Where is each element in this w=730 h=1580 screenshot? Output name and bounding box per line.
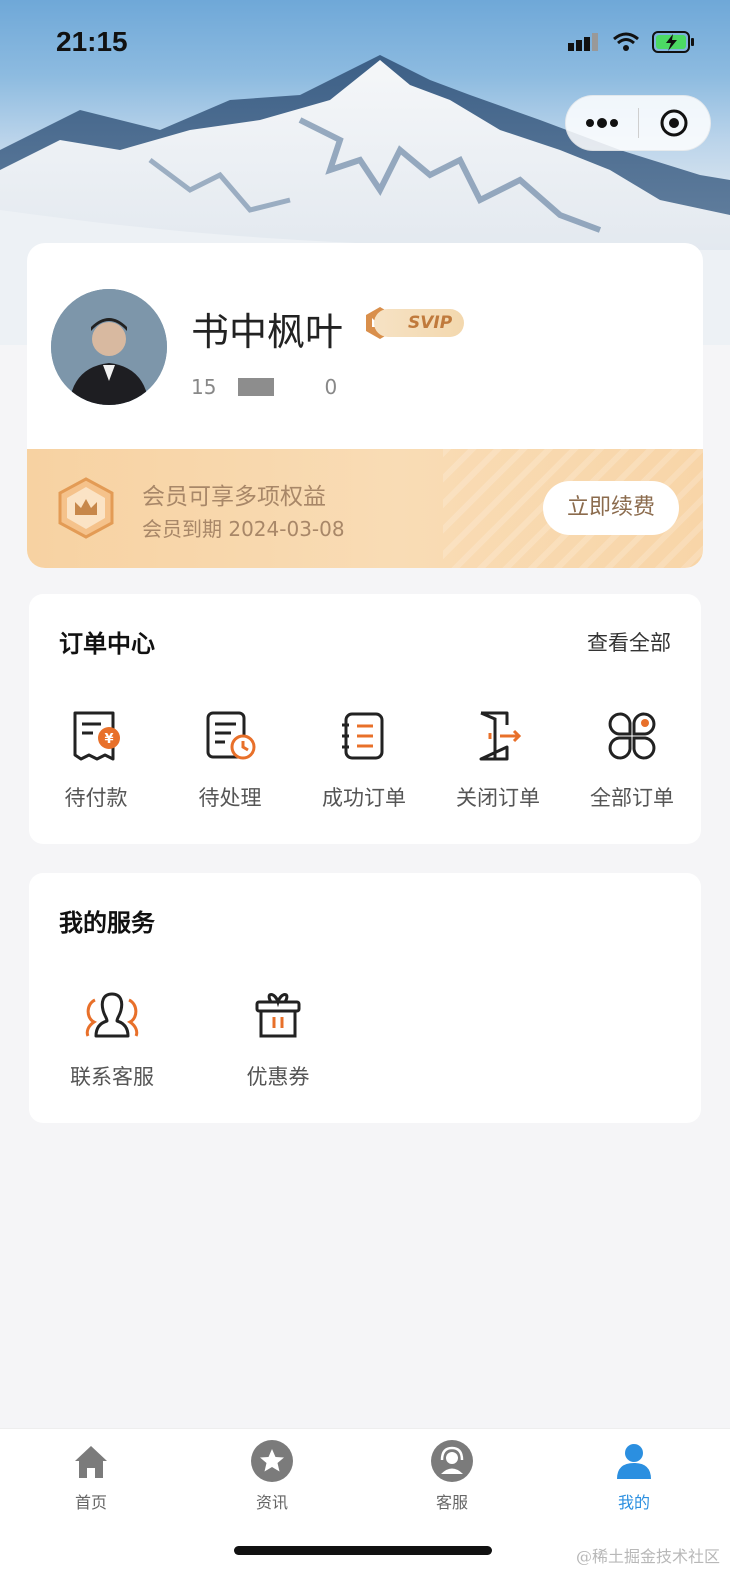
tab-label: 客服 <box>435 1493 468 1512</box>
order-item-label: 全部订单 <box>590 786 674 810</box>
tab-news[interactable]: 资讯 <box>212 1439 332 1513</box>
phone-suffix: 0 <box>324 375 338 399</box>
profile-card: 书中枫叶 SVIP 15 0 会员可享多项权益 会员到期 2024-03-08 … <box>27 243 703 568</box>
nickname: 书中枫叶 <box>191 310 344 354</box>
user-icon <box>617 1444 651 1479</box>
service-item-label: 联系客服 <box>70 1065 154 1089</box>
home-indicator[interactable] <box>234 1546 492 1555</box>
svip-label: SVIP <box>374 309 465 337</box>
order-item-label: 待处理 <box>198 786 262 810</box>
service-item-coupon[interactable]: 优惠券 <box>211 985 345 1091</box>
pending-process-icon <box>206 711 256 760</box>
svg-text:¥: ¥ <box>104 732 113 747</box>
battery-charging-icon <box>652 31 694 53</box>
order-item-all[interactable]: 全部订单 <box>565 706 699 812</box>
status-time: 21:15 <box>56 26 128 57</box>
order-item-pending-process[interactable]: 待处理 <box>163 706 297 812</box>
vip-benefits-text: 会员可享多项权益 <box>142 484 326 510</box>
phone-mask <box>238 378 275 396</box>
order-center-title: 订单中心 <box>59 630 155 658</box>
tab-mine[interactable]: 我的 <box>574 1439 694 1513</box>
renew-button[interactable]: 立即续费 <box>543 481 679 535</box>
phone-number: 15 0 <box>191 375 337 399</box>
pending-payment-icon: ¥ <box>73 711 120 761</box>
phone-prefix: 15 <box>191 375 217 399</box>
success-order-icon <box>342 712 384 760</box>
avatar[interactable] <box>51 289 167 405</box>
my-services-title: 我的服务 <box>59 909 155 937</box>
order-item-label: 关闭订单 <box>456 786 540 810</box>
service-item-label: 优惠券 <box>246 1065 310 1089</box>
vip-crown-icon <box>58 477 114 539</box>
more-dots-icon[interactable] <box>566 95 638 151</box>
target-close-icon[interactable] <box>639 95 710 151</box>
headset-icon <box>431 1440 473 1482</box>
tab-service[interactable]: 客服 <box>392 1439 512 1513</box>
coupon-icon <box>255 993 301 1038</box>
my-services-card: 我的服务 联系客服 优惠券 <box>29 873 701 1123</box>
all-orders-icon <box>608 712 656 760</box>
home-icon <box>75 1446 107 1478</box>
status-icons <box>568 30 696 54</box>
order-item-label: 待付款 <box>64 786 128 810</box>
closed-order-icon <box>479 711 522 761</box>
order-item-closed[interactable]: 关闭订单 <box>431 706 565 812</box>
status-bar: 21:15 <box>0 0 730 90</box>
view-all-link[interactable]: 查看全部 <box>587 627 671 657</box>
vip-expire-date: 会员到期 2024-03-08 <box>142 517 345 541</box>
watermark: @稀土掘金技术社区 <box>575 1547 720 1566</box>
order-center-card: 订单中心 查看全部 ¥ 待付款 待处理 成功订单 关闭订单 全部订单 <box>29 594 701 844</box>
customer-service-icon <box>85 992 139 1038</box>
vip-banner: 会员可享多项权益 会员到期 2024-03-08 立即续费 <box>27 449 703 568</box>
tab-label: 我的 <box>617 1493 650 1512</box>
miniprogram-capsule <box>565 95 711 151</box>
wifi-icon <box>613 32 639 51</box>
svip-badge: SVIP <box>362 305 465 341</box>
service-item-customer-service[interactable]: 联系客服 <box>45 985 179 1091</box>
signal-icon <box>568 33 598 51</box>
tab-label: 首页 <box>74 1493 107 1512</box>
order-item-success[interactable]: 成功订单 <box>297 706 431 812</box>
tab-home[interactable]: 首页 <box>31 1439 151 1513</box>
tab-label: 资讯 <box>255 1493 288 1512</box>
order-item-pending-payment[interactable]: ¥ 待付款 <box>29 706 163 812</box>
star-news-icon <box>251 1440 293 1482</box>
order-item-label: 成功订单 <box>322 786 406 810</box>
